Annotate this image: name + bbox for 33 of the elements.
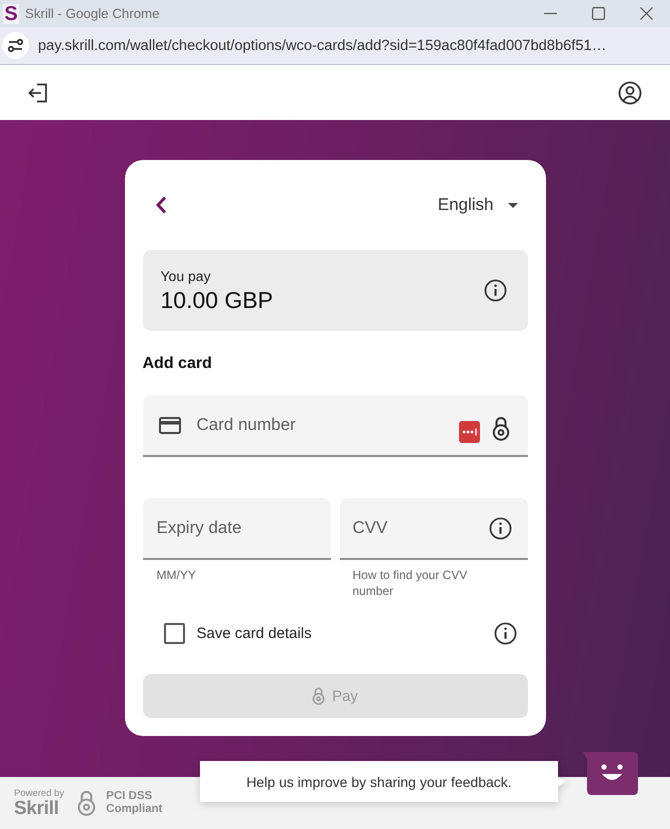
card-number-field[interactable]: Card number (142, 395, 528, 457)
account-icon[interactable] (618, 80, 642, 104)
sliders-icon[interactable] (2, 32, 29, 59)
info-icon[interactable] (494, 622, 516, 644)
brand-wordmark: Skrill (14, 798, 59, 818)
lock-icon (77, 789, 96, 817)
caret-icon (508, 202, 518, 208)
cvv-field[interactable]: CVV (340, 498, 528, 560)
favicon: S (3, 4, 19, 24)
lock-icon (492, 416, 510, 441)
maximize-icon (592, 7, 604, 20)
powered-by-label: Powered by (14, 788, 64, 798)
amount-label: You pay (160, 268, 212, 284)
pci-compliance-label: PCI DSS Compliant (106, 790, 164, 816)
info-icon[interactable] (488, 517, 512, 540)
lock-icon (312, 687, 326, 705)
exit-icon[interactable] (26, 80, 50, 104)
window-title: Skrill - Google Chrome (25, 6, 160, 21)
save-card-label[interactable]: Save card details (196, 624, 312, 642)
credit-card-icon (158, 417, 180, 434)
cvv-hint: How to find your CVV number (352, 567, 468, 599)
expiry-date-field[interactable]: Expiry date (142, 498, 330, 560)
info-icon[interactable] (484, 279, 506, 302)
close-icon (640, 7, 652, 20)
expiry-hint: MM/YY (156, 567, 197, 583)
feedback-tooltip: Help us improve by sharing your feedback. (200, 761, 566, 802)
amount-value: 10.00 GBP (160, 286, 274, 314)
chevron-left-icon (156, 196, 166, 214)
dots-tile-icon[interactable] (458, 421, 480, 443)
smiling-chat-bubble-icon[interactable] (583, 752, 638, 796)
save-card-checkbox[interactable] (164, 622, 184, 644)
language-dropdown[interactable]: English (438, 195, 518, 215)
section-title: Add card (142, 354, 213, 374)
